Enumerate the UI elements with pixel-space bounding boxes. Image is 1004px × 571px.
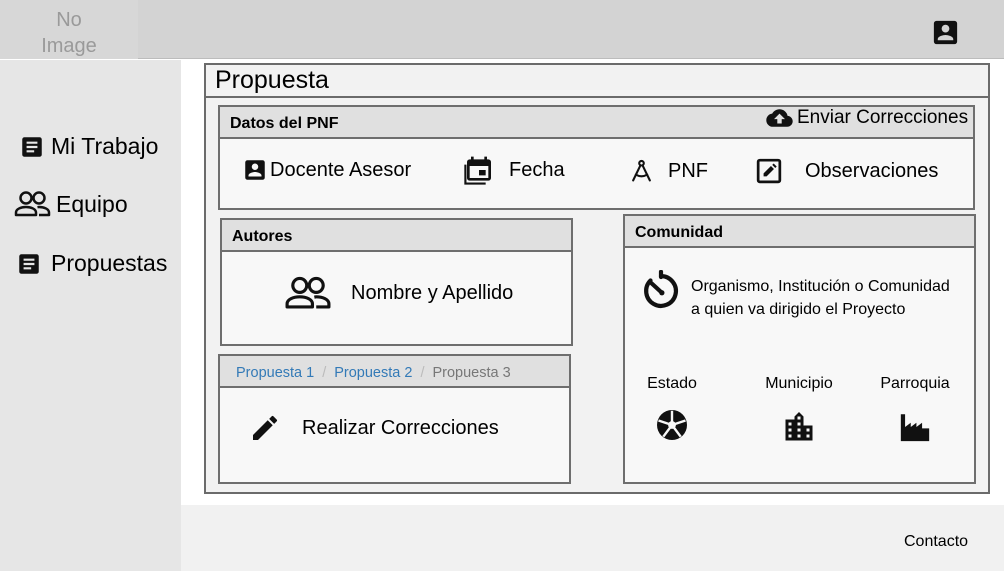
- people-icon: [283, 274, 333, 312]
- comunidad-description-line2: a quien va dirigido el Proyecto: [691, 301, 906, 318]
- breadcrumb-separator: /: [420, 365, 425, 381]
- panel-title: Comunidad: [635, 224, 723, 241]
- aperture-icon[interactable]: [654, 407, 690, 443]
- sidebar-item-propuestas[interactable]: Propuestas: [16, 250, 167, 277]
- datos-item-label: Docente Asesor: [270, 158, 412, 181]
- panel-header: Comunidad: [625, 216, 974, 248]
- breadcrumb-item-propuesta-2[interactable]: Propuesta 2: [334, 365, 412, 381]
- sidebar-item-mi-trabajo[interactable]: Mi Trabajo: [19, 133, 158, 160]
- top-bar: [0, 0, 1004, 59]
- datos-item-label: Observaciones: [805, 159, 939, 182]
- sidebar-item-equipo[interactable]: Equipo: [14, 189, 128, 219]
- page-title: Propuesta: [215, 66, 329, 94]
- people-icon: [14, 189, 51, 219]
- breadcrumb-separator: /: [322, 365, 327, 381]
- panel-title: Autores: [232, 228, 293, 245]
- breadcrumb-item-propuesta-1[interactable]: Propuesta 1: [236, 365, 314, 381]
- document-icon: [19, 134, 45, 160]
- sidebar-item-label: Mi Trabajo: [51, 133, 159, 159]
- enviar-correcciones-button[interactable]: Enviar Correcciones: [766, 107, 968, 129]
- location-label-estado: Estado: [647, 375, 697, 392]
- autores-item-label: Nombre y Apellido: [351, 281, 514, 304]
- document-icon: [16, 251, 42, 277]
- panel-header: Autores: [222, 220, 571, 252]
- enviar-correcciones-label: Enviar Correcciones: [797, 107, 969, 128]
- footer: [181, 505, 1004, 571]
- realizar-correcciones-label: Realizar Correcciones: [302, 416, 499, 439]
- breadcrumb: Propuesta 1 / Propuesta 2 / Propuesta 3: [236, 365, 511, 381]
- title-divider: [206, 96, 988, 98]
- comunidad-description: Organismo, Institución o Comunidad a qui…: [691, 275, 950, 321]
- sidebar-item-label: Propuestas: [51, 250, 168, 276]
- logo-placeholder: No Image: [0, 0, 138, 59]
- compass-icon: [629, 158, 654, 184]
- realizar-correcciones-button[interactable]: Realizar Correcciones: [249, 412, 499, 444]
- breadcrumb-item-propuesta-3: Propuesta 3: [432, 365, 511, 381]
- timer-icon: [640, 270, 682, 312]
- pencil-icon: [249, 412, 281, 444]
- datos-item-pnf: PNF: [629, 158, 708, 184]
- account-box-icon: [242, 157, 268, 183]
- datos-item-docente: Docente Asesor: [242, 157, 411, 183]
- panel-header: Propuesta 1 / Propuesta 2 / Propuesta 3: [220, 356, 569, 388]
- account-box-icon[interactable]: [930, 17, 961, 48]
- datos-item-label: PNF: [668, 159, 708, 182]
- datos-item-observaciones: Observaciones: [756, 158, 938, 184]
- comunidad-description-line1: Organismo, Institución o Comunidad: [691, 278, 950, 295]
- contact-link[interactable]: Contacto: [904, 533, 968, 551]
- factory-icon[interactable]: [898, 410, 932, 444]
- city-icon[interactable]: [781, 409, 817, 445]
- datos-item-fecha: Fecha: [463, 154, 565, 186]
- sidebar-item-label: Equipo: [56, 190, 128, 217]
- panel-title: Datos del PNF: [230, 115, 339, 132]
- edit-box-icon: [756, 158, 782, 184]
- cloud-upload-icon: [766, 107, 793, 129]
- calendar-icon: [463, 154, 495, 186]
- location-label-municipio: Municipio: [765, 375, 833, 392]
- autores-item: Nombre y Apellido: [283, 274, 513, 312]
- datos-item-label: Fecha: [509, 158, 565, 181]
- location-label-parroquia: Parroquia: [880, 375, 950, 392]
- logo-text-line1: No: [56, 9, 82, 31]
- logo-text-line2: Image: [41, 35, 97, 57]
